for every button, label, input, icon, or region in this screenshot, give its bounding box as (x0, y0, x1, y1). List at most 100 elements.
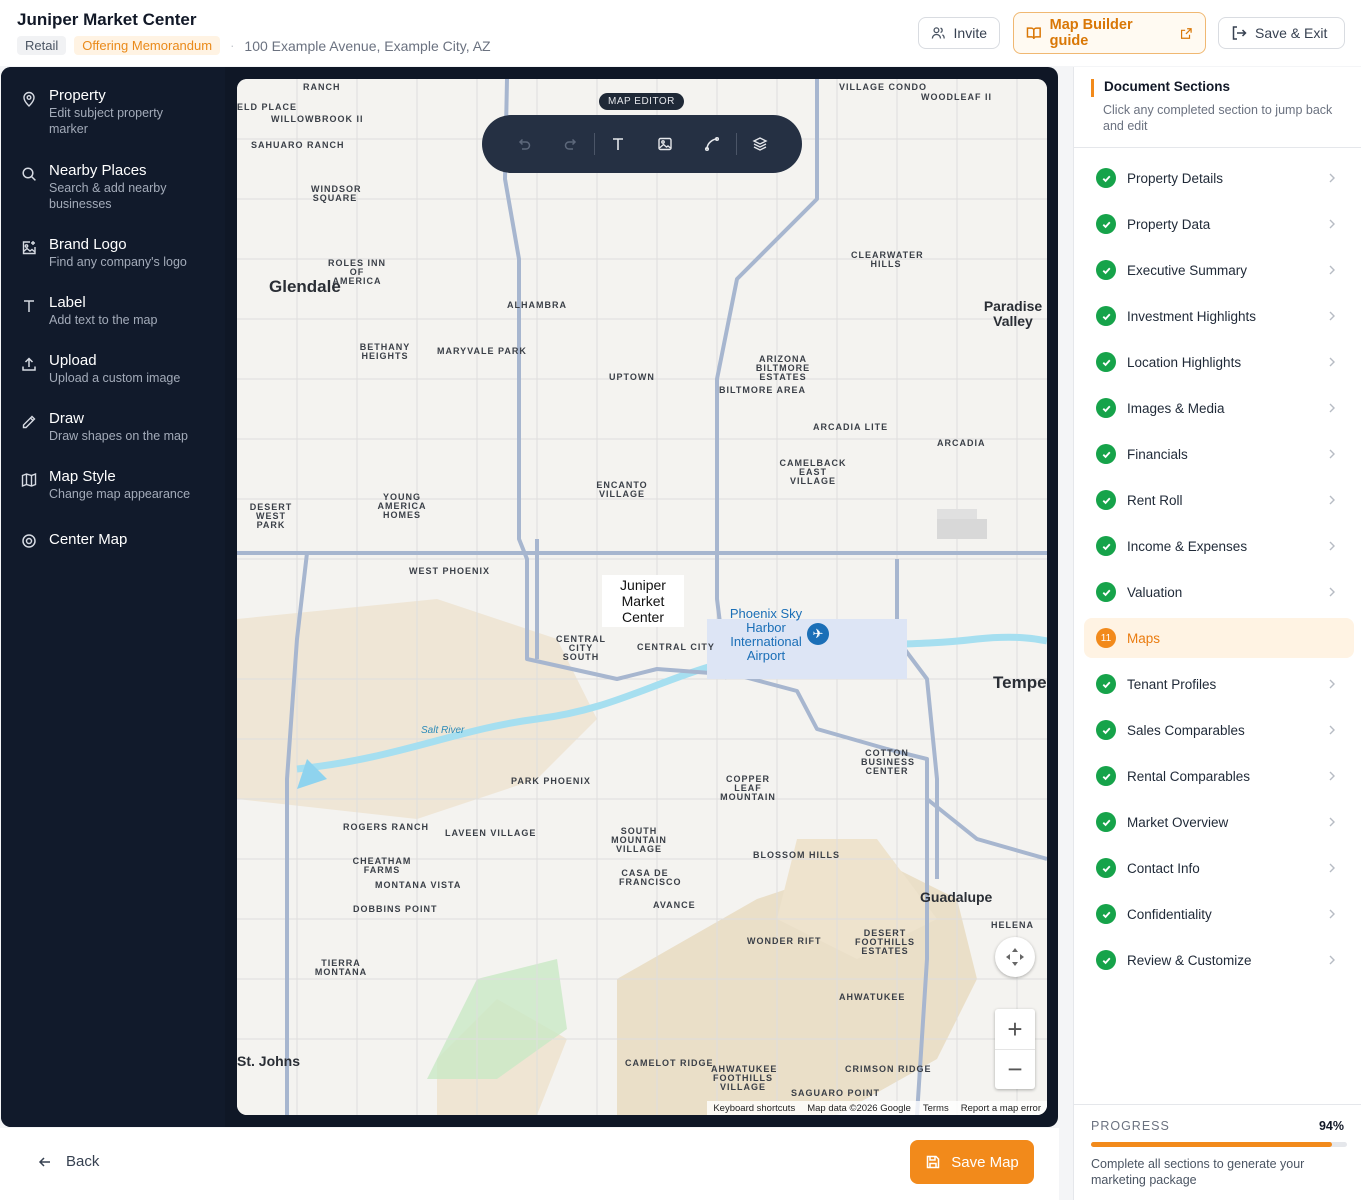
section-item[interactable]: Investment Highlights (1084, 296, 1354, 336)
search-icon (22, 167, 36, 181)
redo-button[interactable] (547, 136, 594, 152)
property-type-tag: Retail (17, 36, 67, 55)
map-icon (21, 472, 37, 488)
place-label: MONTANA VISTA (375, 880, 462, 890)
tool-upload[interactable]: Upload Upload a custom image (21, 352, 199, 386)
section-item[interactable]: Sales Comparables (1084, 710, 1354, 750)
tool-brand-logo[interactable]: Brand Logo Find any company's logo (21, 236, 199, 270)
chevron-right-icon (1328, 492, 1340, 508)
place-label: SAGUARO POINT (791, 1088, 881, 1098)
zoom-in-button[interactable]: + (995, 1009, 1035, 1049)
section-item[interactable]: Market Overview (1084, 802, 1354, 842)
tool-draw[interactable]: Draw Draw shapes on the map (21, 410, 199, 444)
city-label: Glendale (269, 277, 341, 296)
zoom-control: + − (995, 1009, 1035, 1089)
place-label: MARYVALE PARK (437, 346, 527, 356)
curve-icon (705, 136, 720, 152)
section-item[interactable]: Contact Info (1084, 848, 1354, 888)
sections-header: Document Sections (1091, 79, 1230, 97)
section-item[interactable]: Valuation (1084, 572, 1354, 612)
section-label: Location Highlights (1127, 354, 1242, 370)
section-item[interactable]: Review & Customize (1084, 940, 1354, 980)
terms-link[interactable]: Terms (923, 1103, 949, 1114)
pan-control[interactable] (995, 937, 1035, 977)
tool-nearby-places[interactable]: Nearby Places Search & add nearby busines… (21, 162, 199, 212)
tool-property[interactable]: Property Edit subject property marker (21, 87, 199, 137)
airport-icon: ✈ (807, 623, 829, 645)
zoom-out-button[interactable]: − (995, 1049, 1035, 1089)
section-item[interactable]: Income & Expenses (1084, 526, 1354, 566)
section-item[interactable]: Location Highlights (1084, 342, 1354, 382)
check-icon (1096, 260, 1116, 280)
check-icon (1096, 674, 1116, 694)
tool-title: Property (49, 87, 106, 104)
section-item[interactable]: Financials (1084, 434, 1354, 474)
save-icon (926, 1155, 940, 1169)
section-item[interactable]: Rental Comparables (1084, 756, 1354, 796)
image-tool-button[interactable] (642, 136, 689, 152)
section-item[interactable]: Images & Media (1084, 388, 1354, 428)
section-label: Review & Customize (1127, 952, 1252, 968)
text-icon (613, 138, 624, 150)
chevron-right-icon (1328, 768, 1340, 784)
place-label: CAMELBACK EAST VILLAGE (779, 458, 847, 486)
check-icon (1096, 766, 1116, 786)
section-label: Rent Roll (1127, 492, 1183, 508)
check-icon (1096, 950, 1116, 970)
save-exit-button[interactable]: Save & Exit (1218, 17, 1345, 49)
place-label: ARCADIA LITE (813, 422, 889, 432)
save-map-label: Save Map (951, 1153, 1019, 1171)
save-map-button[interactable]: Save Map (910, 1140, 1034, 1184)
invite-button[interactable]: Invite (918, 17, 1000, 49)
chevron-right-icon (1328, 860, 1340, 876)
map-canvas[interactable]: RANCH VILLAGE CONDO WOODLEAF II ELD PLAC… (237, 79, 1047, 1115)
layers-button[interactable] (737, 136, 784, 152)
section-item[interactable]: Executive Summary (1084, 250, 1354, 290)
check-icon (1096, 536, 1116, 556)
image-icon (658, 137, 673, 151)
undo-button[interactable] (500, 136, 547, 152)
map-builder-guide-button[interactable]: Map Builder guide (1013, 12, 1206, 54)
section-item[interactable]: Confidentiality (1084, 894, 1354, 934)
page-title: Juniper Market Center (17, 10, 197, 29)
check-icon (1096, 904, 1116, 924)
pencil-icon (22, 415, 36, 429)
section-item[interactable]: Property Details (1084, 158, 1354, 198)
map-editor-panel: Property Edit subject property marker Nea… (1, 67, 1058, 1127)
tool-label[interactable]: Label Add text to the map (21, 294, 199, 328)
check-icon (1096, 352, 1116, 372)
section-item[interactable]: Tenant Profiles (1084, 664, 1354, 704)
minus-icon: − (1007, 1054, 1023, 1084)
tool-subtitle: Search & add nearby businesses (49, 181, 167, 211)
keyboard-shortcuts-link[interactable]: Keyboard shortcuts (713, 1103, 795, 1114)
tool-map-style[interactable]: Map Style Change map appearance (21, 468, 199, 502)
section-item[interactable]: 11 Maps (1084, 618, 1354, 658)
progress-fill (1091, 1142, 1332, 1147)
section-label: Property Details (1127, 170, 1224, 186)
path-tool-button[interactable] (689, 136, 736, 152)
property-marker[interactable]: Juniper Market Center (602, 575, 684, 627)
chevron-right-icon (1328, 906, 1340, 922)
chevron-right-icon (1328, 446, 1340, 462)
tool-subtitle: Find any company's logo (49, 255, 187, 269)
place-label: ARCADIA (937, 438, 986, 448)
arrow-left-icon (38, 1156, 50, 1167)
place-label: COPPER LEAF MOUNTAIN (720, 774, 776, 802)
tool-title: Map Style (49, 468, 116, 485)
section-label: Tenant Profiles (1127, 676, 1217, 692)
check-icon (1096, 398, 1116, 418)
section-item[interactable]: Property Data (1084, 204, 1354, 244)
place-label: UPTOWN (609, 372, 655, 382)
place-label: SOUTH MOUNTAIN VILLAGE (611, 826, 667, 854)
place-label: HELENA (991, 920, 1035, 930)
tool-center-map[interactable]: Center Map (21, 531, 127, 549)
section-label: Executive Summary (1127, 262, 1248, 278)
place-label: CAMELOT RIDGE (625, 1058, 714, 1068)
report-error-link[interactable]: Report a map error (961, 1103, 1041, 1114)
check-icon (1096, 490, 1116, 510)
text-tool-button[interactable] (595, 136, 642, 152)
section-item[interactable]: Rent Roll (1084, 480, 1354, 520)
chevron-right-icon (1328, 262, 1340, 278)
place-label: TIERRA MONTANA (314, 958, 368, 977)
back-button[interactable]: Back (38, 1153, 99, 1170)
